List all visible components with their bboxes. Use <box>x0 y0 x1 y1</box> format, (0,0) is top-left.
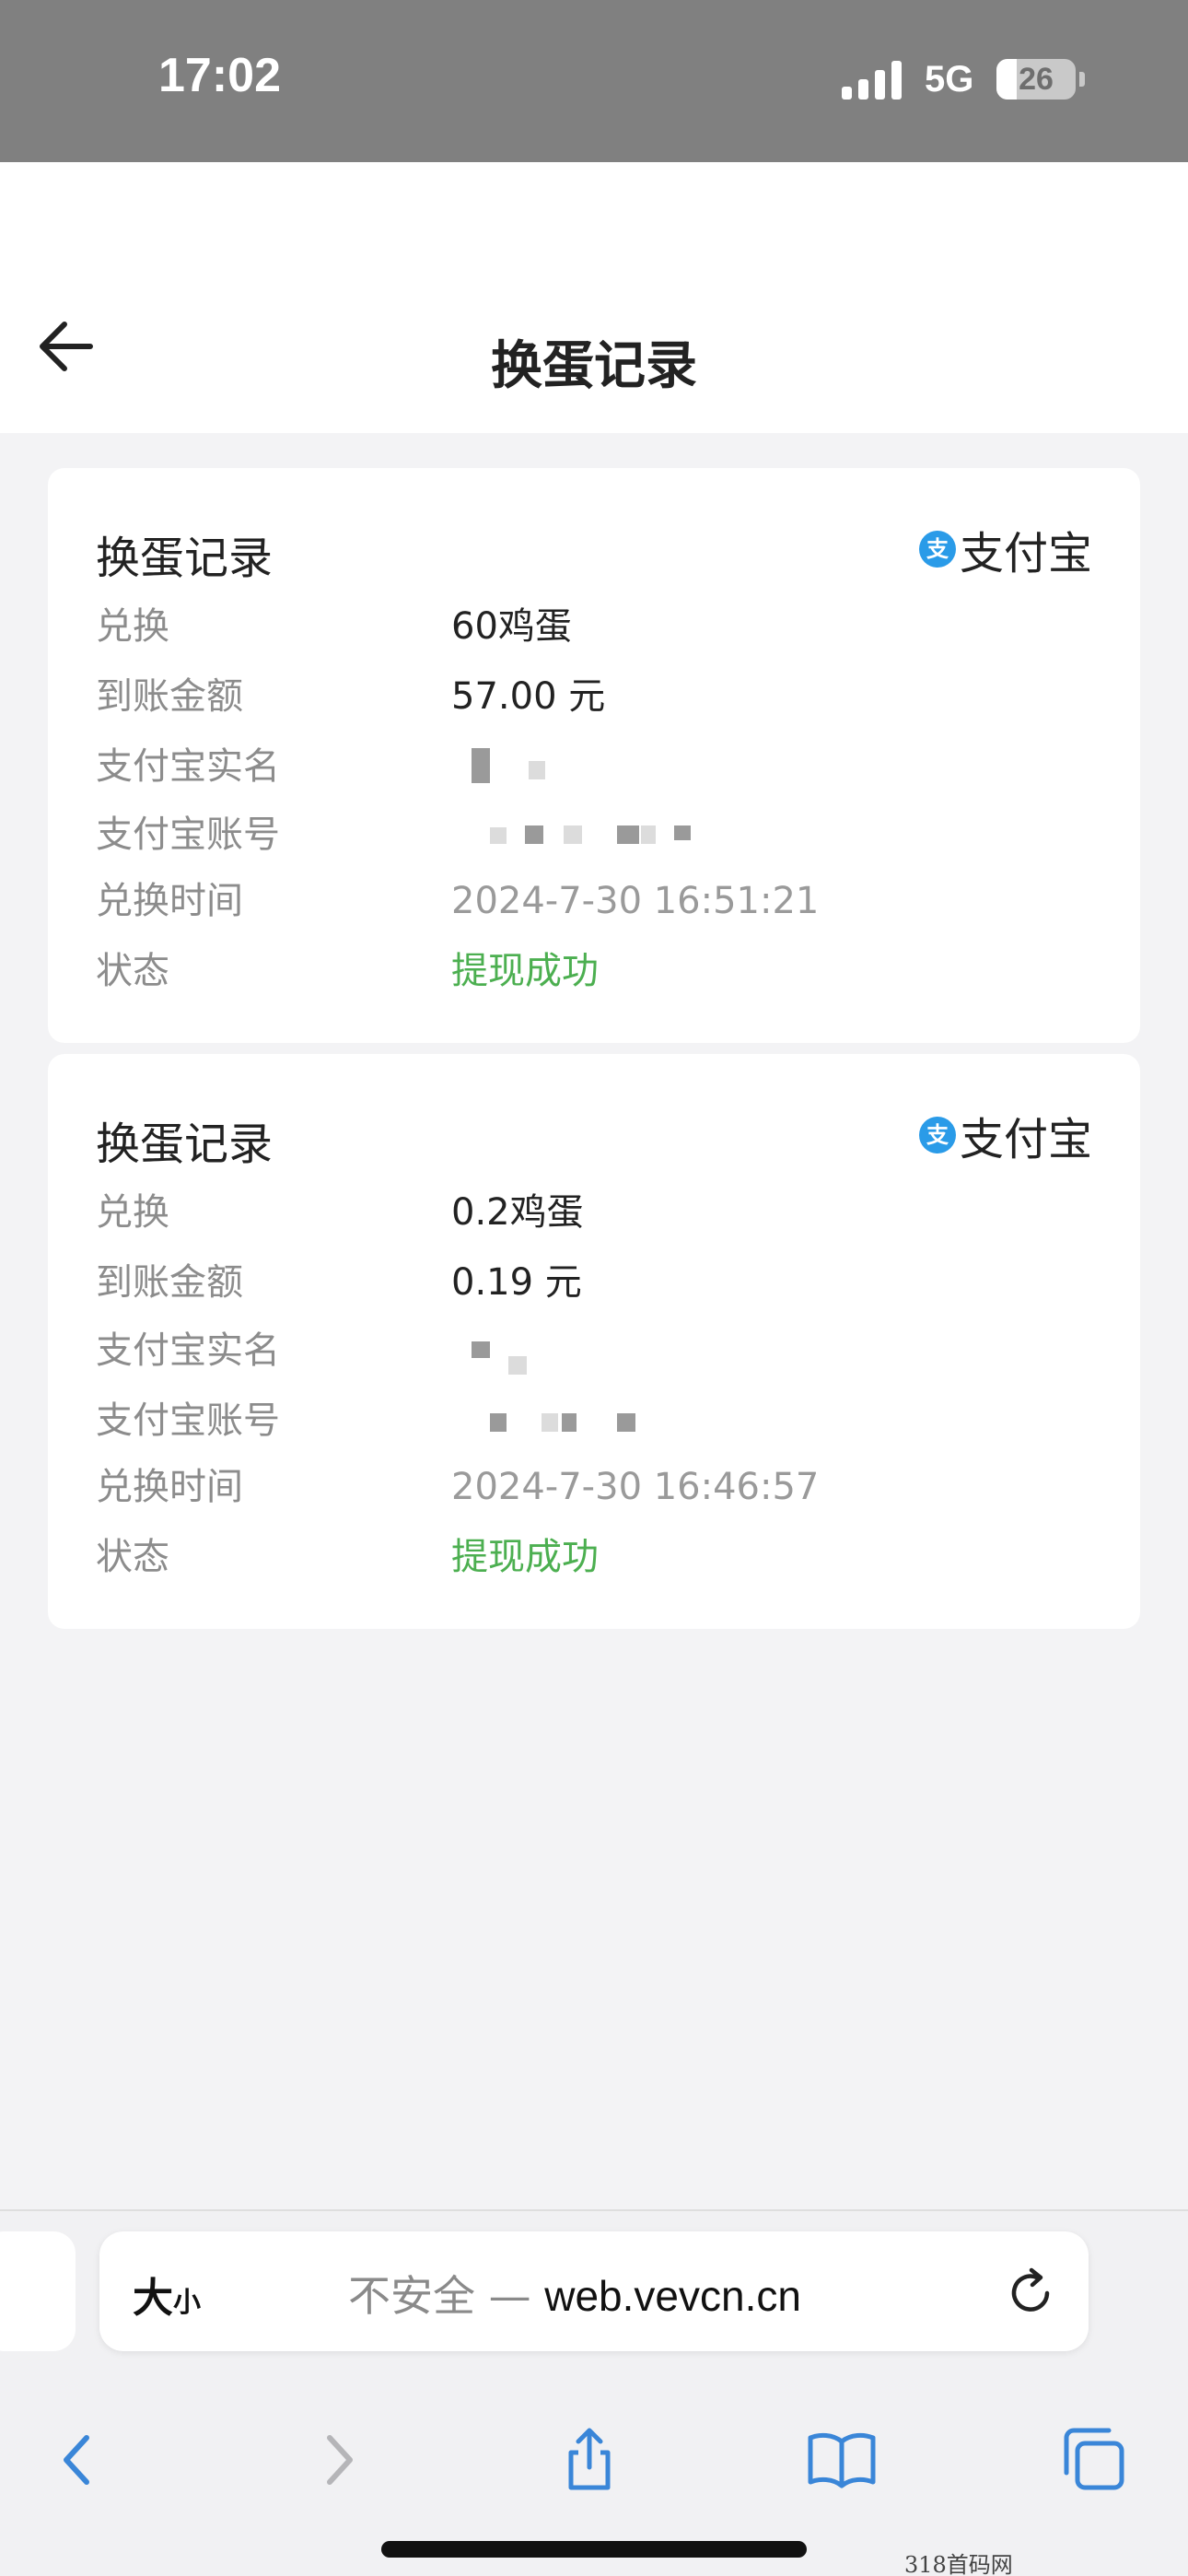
redacted-account <box>562 1413 577 1432</box>
signal-icon <box>842 59 906 100</box>
time-value: 2024-7-30 16:46:57 <box>451 1466 820 1508</box>
time-value: 2024-7-30 16:51:21 <box>451 880 820 922</box>
record-card: 换蛋记录 支 支付宝 兑换 0.2鸡蛋 到账金额 0.19 元 支付宝实名 支付… <box>48 1054 1140 1629</box>
account-label: 支付宝账号 <box>96 1399 280 1442</box>
browser-bottom-bar: 大小 不安全 — web.vevcn.cn <box>0 2209 1188 2576</box>
redacted-name <box>472 748 490 783</box>
text-size-big: 大 <box>133 2275 173 2322</box>
redacted-account <box>490 1413 507 1432</box>
amount-row: 到账金额 0.19 元 <box>96 1255 1109 1310</box>
tabs-button[interactable] <box>1057 2423 1131 2497</box>
alipay-icon: 支 <box>918 531 956 568</box>
account-label: 支付宝账号 <box>96 814 280 856</box>
exchange-label: 兑换 <box>96 1191 169 1234</box>
exchange-value: 0.2鸡蛋 <box>451 1191 584 1234</box>
page-header: 换蛋记录 <box>0 162 1188 433</box>
insecure-label: 不安全 — <box>348 2271 531 2321</box>
url-display[interactable]: 不安全 — web.vevcn.cn <box>348 2263 801 2324</box>
text-size-button[interactable]: 大小 <box>133 2265 201 2324</box>
payment-method: 支 支付宝 <box>918 1107 1092 1165</box>
payment-method: 支 支付宝 <box>918 521 1092 580</box>
exchange-label: 兑换 <box>96 605 169 648</box>
share-button[interactable] <box>553 2423 626 2497</box>
amount-row: 到账金额 57.00 元 <box>96 669 1109 724</box>
redacted-account <box>674 825 691 840</box>
real-name-label: 支付宝实名 <box>96 1329 280 1372</box>
card-title: 换蛋记录 <box>96 533 274 584</box>
time-label: 兑换时间 <box>96 1466 243 1508</box>
real-name-row: 支付宝实名 <box>96 739 1109 794</box>
redacted-name <box>508 1356 527 1375</box>
status-label: 状态 <box>96 1536 169 1578</box>
time-row: 兑换时间 2024-7-30 16:51:21 <box>96 873 1109 929</box>
redacted-account <box>617 825 639 844</box>
reload-icon <box>1011 2267 1050 2312</box>
exchange-value: 60鸡蛋 <box>451 605 572 648</box>
book-icon <box>808 2432 876 2488</box>
text-size-small: 小 <box>173 2287 201 2319</box>
real-name-row: 支付宝实名 <box>96 1323 1109 1378</box>
status-time: 17:02 <box>158 49 281 102</box>
redacted-name <box>529 761 545 779</box>
redacted-account <box>641 825 656 844</box>
amount-label: 到账金额 <box>96 675 243 718</box>
reload-button[interactable] <box>1004 2265 1059 2320</box>
battery-tip <box>1079 72 1085 87</box>
page-title: 换蛋记录 <box>491 336 697 396</box>
redacted-account <box>564 825 582 844</box>
exchange-row: 兑换 0.2鸡蛋 <box>96 1185 1109 1240</box>
status-row: 状态 提现成功 <box>96 1529 1109 1585</box>
amount-value: 0.19 元 <box>451 1261 582 1304</box>
previous-tab-preview[interactable] <box>0 2231 76 2351</box>
amount-value: 57.00 元 <box>451 675 606 718</box>
address-bar[interactable]: 大小 不安全 — web.vevcn.cn <box>99 2231 1089 2351</box>
battery-icon: 26 <box>996 59 1076 100</box>
tabs-icon <box>1064 2428 1124 2490</box>
network-type: 5G <box>925 59 974 100</box>
alipay-icon: 支 <box>918 1117 956 1153</box>
status-bar: 17:02 5G 26 <box>0 0 1188 162</box>
time-label: 兑换时间 <box>96 880 243 922</box>
browser-forward-button[interactable] <box>300 2423 374 2497</box>
status-value: 提现成功 <box>451 1536 599 1578</box>
payment-method-label: 支付宝 <box>959 528 1092 580</box>
home-indicator[interactable] <box>381 2541 807 2558</box>
browser-back-button[interactable] <box>42 2423 116 2497</box>
redacted-account <box>490 827 507 844</box>
account-row: 支付宝账号 <box>96 807 1109 862</box>
redacted-account <box>617 1413 635 1432</box>
time-row: 兑换时间 2024-7-30 16:46:57 <box>96 1459 1109 1515</box>
record-card: 换蛋记录 支 支付宝 兑换 60鸡蛋 到账金额 57.00 元 支付宝实名 支付… <box>48 468 1140 1043</box>
amount-label: 到账金额 <box>96 1261 243 1304</box>
redacted-account <box>525 825 543 844</box>
chevron-left-icon <box>64 2435 89 2485</box>
url-domain: web.vevcn.cn <box>544 2272 801 2320</box>
card-title: 换蛋记录 <box>96 1118 274 1170</box>
share-icon <box>568 2428 611 2490</box>
exchange-row: 兑换 60鸡蛋 <box>96 599 1109 654</box>
battery-percent: 26 <box>1019 62 1054 97</box>
account-row: 支付宝账号 <box>96 1393 1109 1448</box>
status-row: 状态 提现成功 <box>96 943 1109 999</box>
status-value: 提现成功 <box>451 950 599 992</box>
real-name-label: 支付宝实名 <box>96 745 280 788</box>
payment-method-label: 支付宝 <box>959 1114 1092 1165</box>
status-label: 状态 <box>96 950 169 992</box>
bookmarks-button[interactable] <box>805 2423 879 2497</box>
chevron-right-icon <box>327 2435 353 2485</box>
watermark: 318首码网 www.e318.com <box>904 2552 1013 2576</box>
redacted-name <box>472 1341 490 1358</box>
redacted-account <box>542 1413 558 1432</box>
